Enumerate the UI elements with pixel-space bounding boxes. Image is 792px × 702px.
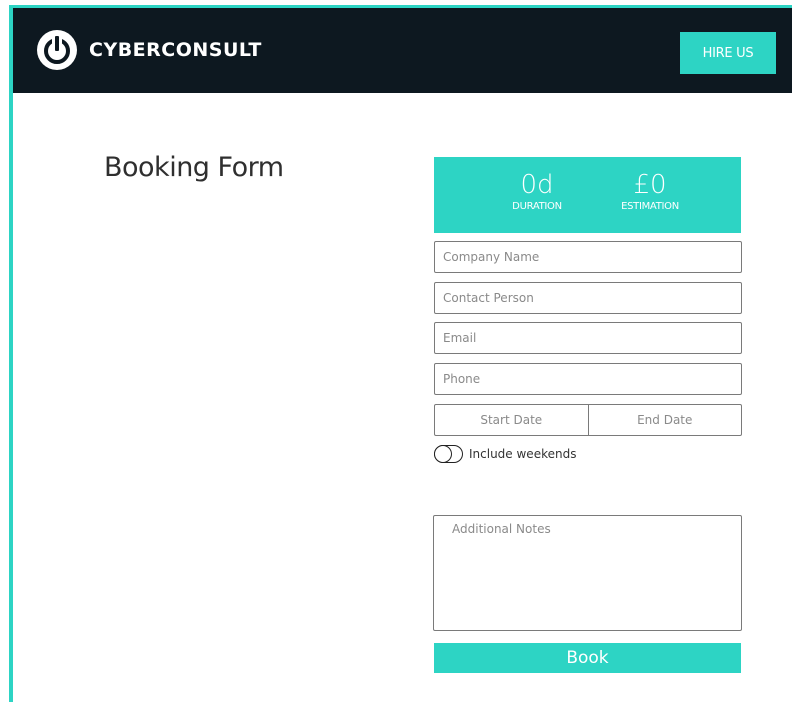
power-icon[interactable]	[36, 29, 78, 71]
hire-us-button[interactable]: HIRE US	[680, 32, 776, 74]
start-date-field[interactable]: Start Date	[435, 405, 588, 435]
booking-summary: 0d DURATION £0 ESTIMATION	[434, 157, 741, 233]
email-input[interactable]	[434, 322, 742, 354]
weekends-label: Include weekends	[469, 447, 577, 461]
date-range: Start Date End Date	[434, 404, 742, 436]
phone-input[interactable]	[434, 363, 742, 395]
estimation-label: ESTIMATION	[621, 201, 679, 212]
book-button[interactable]: Book	[434, 643, 741, 673]
weekends-toggle[interactable]	[434, 444, 463, 463]
estimation-value: £0	[633, 170, 667, 200]
additional-notes-input[interactable]	[433, 515, 742, 631]
site-header: CYBERCONSULT HIRE US	[13, 8, 792, 93]
toggle-knob	[434, 444, 452, 463]
duration-label: DURATION	[512, 201, 562, 212]
duration-stat: 0d DURATION	[482, 169, 592, 213]
weekends-toggle-row[interactable]: Include weekends	[434, 444, 576, 464]
page-title: Booking Form	[104, 152, 284, 183]
duration-value: 0d	[520, 170, 554, 200]
company-name-input[interactable]	[434, 241, 742, 273]
estimation-stat: £0 ESTIMATION	[595, 169, 705, 213]
end-date-field[interactable]: End Date	[587, 405, 742, 435]
contact-person-input[interactable]	[434, 282, 742, 314]
brand-name[interactable]: CYBERCONSULT	[89, 37, 262, 63]
